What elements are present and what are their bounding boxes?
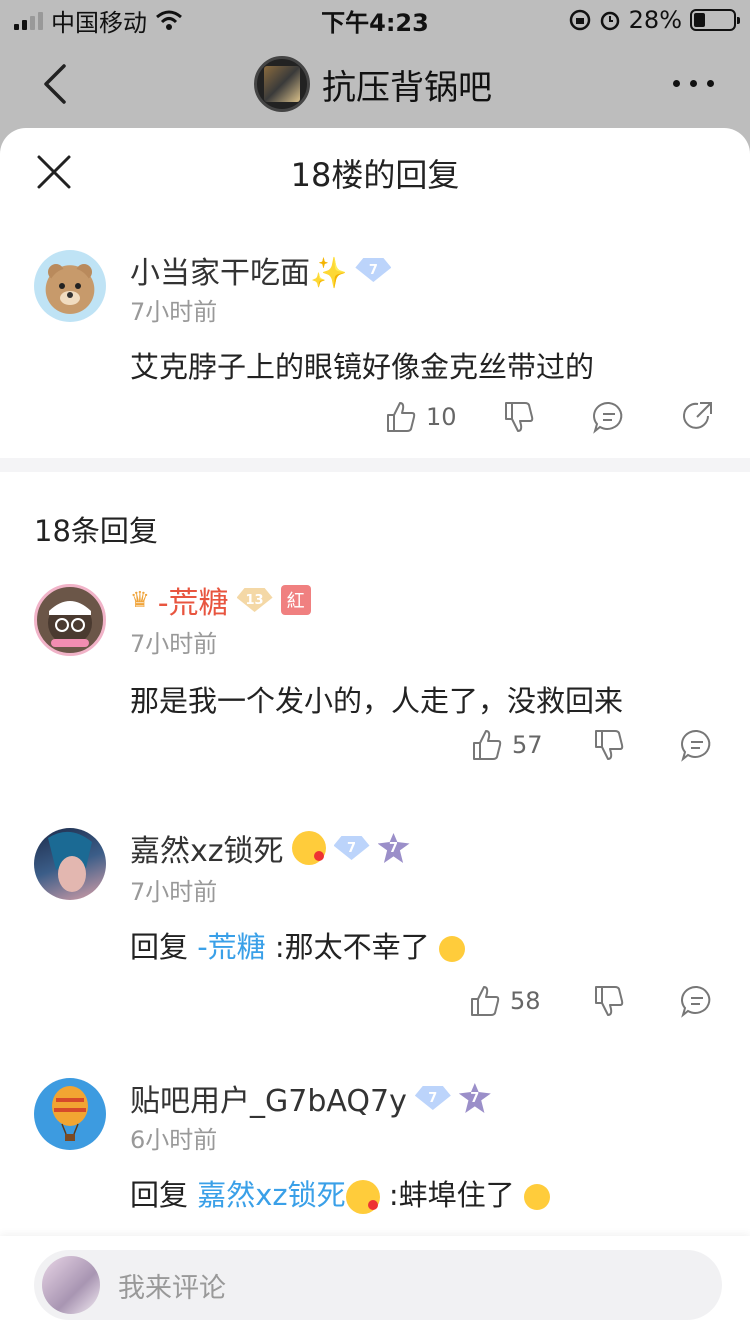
avatar[interactable]: [34, 828, 106, 900]
post-time: 7小时前: [130, 298, 218, 326]
reply-content: 回复 -荒糖 :那太不幸了: [130, 924, 465, 966]
thumb-up-icon: [387, 402, 416, 432]
avatar[interactable]: [34, 1078, 106, 1150]
nav-bar: 抗压背锅吧: [0, 40, 750, 128]
reply-time: 6小时前: [130, 1126, 218, 1154]
like-count: 57: [512, 731, 543, 759]
reply-sheet: 18楼的回复 小当家干吃面✨ 7 7小时前 艾克脖子上的眼镜好像金克丝带过的 1…: [0, 128, 750, 1334]
share-icon: [683, 402, 712, 429]
comment-icon: [593, 401, 623, 434]
level-badge: 7: [414, 1086, 451, 1110]
avatar[interactable]: [34, 250, 106, 322]
reply-prefix: 回复: [130, 1178, 198, 1212]
kiss-face-emoji: [291, 831, 326, 865]
section-divider: [0, 458, 750, 472]
comment-icon: [681, 985, 711, 1018]
reply-content: 那是我一个发小的，人走了，没救回来: [130, 684, 624, 718]
reply-author-name: -荒糖: [157, 586, 229, 621]
main-post: 小当家干吃面✨ 7 7小时前 艾克脖子上的眼镜好像金克丝带过的 10: [0, 218, 750, 458]
level-badge: 13: [236, 588, 273, 612]
level-badge: 7: [355, 258, 392, 282]
comment-bar: 我来评论: [0, 1236, 750, 1334]
forum-title[interactable]: 抗压背锅吧: [254, 56, 492, 112]
status-bar: 中国移动 下午4:23 28%: [0, 0, 750, 40]
post-content: 艾克脖子上的眼镜好像金克丝带过的: [130, 350, 595, 384]
replies-count-header: 18条回复: [34, 514, 158, 548]
reply-prefix: 回复: [130, 930, 198, 964]
chevron-left-icon[interactable]: [36, 62, 76, 106]
reply-time: 7小时前: [130, 630, 218, 658]
avatar-image: [48, 601, 92, 647]
reply-text: :那太不幸了: [265, 930, 430, 964]
reply-item: 贴吧用户_G7bAQ7y 7 7 6小时前 回复 嘉然xz锁死 :蚌埠住了: [0, 1078, 750, 1238]
dislike-button[interactable]: [502, 400, 536, 434]
reply-text: :蚌埠住了: [379, 1178, 515, 1212]
forum-name: 抗压背锅吧: [322, 67, 492, 108]
reply-author[interactable]: 嘉然xz锁死 7 7: [130, 826, 410, 870]
kiss-face-emoji: [345, 1180, 380, 1214]
reply-item: ♛ -荒糖 13 紅 7小时前 那是我一个发小的，人走了，没救回来 57: [0, 582, 750, 828]
like-button[interactable]: 57: [470, 728, 543, 762]
like-count: 10: [426, 403, 457, 431]
carrier-label: 中国移动: [51, 8, 147, 37]
like-button[interactable]: 58: [468, 984, 541, 1018]
avatar[interactable]: [34, 584, 106, 656]
thumb-up-icon: [471, 986, 500, 1016]
like-count: 58: [510, 987, 541, 1015]
clock: 下午4:23: [321, 8, 429, 37]
avatar-image: [48, 831, 92, 892]
comment-button[interactable]: [680, 984, 714, 1018]
thumb-down-icon: [595, 730, 624, 760]
post-author-name: 小当家干吃面✨: [130, 256, 348, 291]
hug-emoji: [438, 936, 465, 962]
reply-author[interactable]: ♛ -荒糖 13 紅: [130, 578, 311, 622]
reply-item: 嘉然xz锁死 7 7 7小时前 回复 -荒糖 :那太不幸了 58: [0, 828, 750, 1078]
star-level-badge: 7: [377, 833, 410, 863]
laughing-emoji: [523, 1184, 550, 1210]
mention-link[interactable]: 嘉然xz锁死: [197, 1178, 345, 1212]
honor-badge: 紅: [280, 585, 311, 615]
wifi-icon: [156, 10, 182, 30]
dislike-button[interactable]: [592, 728, 626, 762]
rotation-lock-icon: [569, 9, 590, 31]
mention-link[interactable]: -荒糖: [197, 930, 265, 964]
comment-icon: [681, 729, 711, 762]
comment-placeholder: 我来评论: [118, 1272, 226, 1304]
alarm-icon: [600, 11, 619, 31]
signal-icon: [14, 10, 43, 30]
bear-avatar-image: [48, 264, 92, 312]
thumb-down-icon: [505, 402, 534, 432]
my-avatar: [42, 1256, 100, 1314]
thumb-up-icon: [473, 730, 502, 760]
battery-percent: 28%: [628, 6, 682, 34]
like-button[interactable]: 10: [384, 400, 457, 434]
comment-button[interactable]: [680, 728, 714, 762]
level-badge: 7: [333, 836, 370, 860]
more-dots-icon[interactable]: [673, 80, 714, 87]
comment-input[interactable]: 我来评论: [34, 1250, 722, 1320]
battery-icon: [690, 9, 740, 31]
forum-logo: [254, 56, 310, 112]
reply-author[interactable]: 贴吧用户_G7bAQ7y 7 7: [130, 1076, 491, 1120]
reply-content: 回复 嘉然xz锁死 :蚌埠住了: [130, 1172, 550, 1214]
share-button[interactable]: [680, 400, 714, 434]
sheet-header: 18楼的回复: [0, 128, 750, 218]
reply-author-name: 嘉然xz锁死: [130, 834, 284, 869]
balloon-avatar-image: [52, 1086, 88, 1141]
thumb-down-icon: [595, 986, 624, 1016]
reply-time: 7小时前: [130, 878, 218, 906]
post-author[interactable]: 小当家干吃面✨ 7: [130, 248, 392, 292]
crown-icon: ♛: [130, 587, 150, 613]
sheet-title: 18楼的回复: [290, 156, 460, 194]
comment-button[interactable]: [592, 400, 626, 434]
reply-author-name: 贴吧用户_G7bAQ7y: [130, 1084, 407, 1119]
star-level-badge: 7: [458, 1083, 491, 1113]
dislike-button[interactable]: [592, 984, 626, 1018]
